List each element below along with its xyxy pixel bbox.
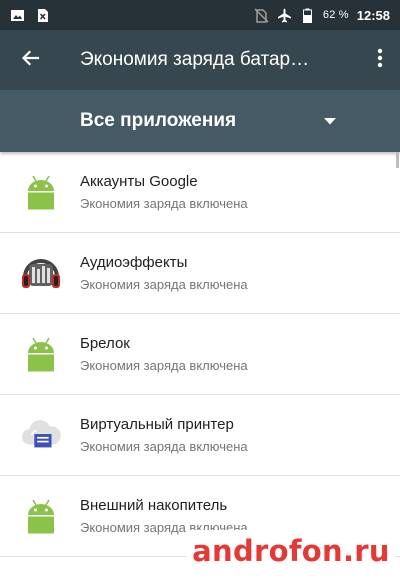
filter-selected-label: Все приложения: [80, 110, 237, 131]
android-icon: [20, 495, 62, 537]
watermark: androfon.ru: [186, 530, 396, 572]
no-sim-icon: [254, 7, 269, 23]
more-vert-icon: [377, 48, 383, 73]
app-status: Экономия заряда включена: [80, 358, 248, 373]
back-arrow-icon: [20, 48, 40, 73]
cloud-print-icon: [20, 414, 62, 456]
list-item-app[interactable]: Аккаунты Google Экономия заряда включена: [0, 152, 400, 233]
app-status: Экономия заряда включена: [80, 196, 248, 211]
clock: 12:58: [356, 7, 390, 23]
app-name: Брелок: [80, 335, 130, 352]
headphones-icon: [20, 252, 62, 294]
battery-percent: 62 %: [322, 9, 349, 21]
scrollbar[interactable]: [396, 152, 399, 168]
overflow-menu-button[interactable]: [360, 30, 400, 90]
list-item-app[interactable]: Аудиоэффекты Экономия заряда включена: [0, 233, 400, 314]
app-name: Внешний накопитель: [80, 497, 228, 514]
list-item-app[interactable]: Виртуальный принтер Экономия заряда вклю…: [0, 395, 400, 476]
app-bar: Экономия заряда батар…: [0, 30, 400, 90]
sim-icon: [35, 8, 50, 23]
app-status: Экономия заряда включена: [80, 277, 248, 292]
page-title: Экономия заряда батар…: [80, 49, 310, 70]
app-list: Аккаунты Google Экономия заряда включена…: [0, 152, 400, 557]
filter-bar: Все приложения: [0, 90, 400, 152]
list-item-app[interactable]: Брелок Экономия заряда включена: [0, 314, 400, 395]
back-button[interactable]: [0, 30, 60, 90]
app-filter-dropdown[interactable]: Все приложения: [80, 90, 337, 152]
app-name: Аккаунты Google: [80, 173, 198, 190]
watermark-text: androfon.ru: [192, 534, 390, 568]
airplane-icon: [277, 8, 292, 23]
status-bar: 62 % 12:58: [0, 0, 400, 30]
battery-icon: [300, 8, 315, 23]
app-name: Виртуальный принтер: [80, 416, 234, 433]
android-icon: [20, 171, 62, 213]
image-icon: [10, 8, 25, 23]
android-icon: [20, 333, 62, 375]
app-name: Аудиоэффекты: [80, 254, 188, 271]
dropdown-arrow-icon: [324, 112, 337, 130]
app-status: Экономия заряда включена: [80, 439, 248, 454]
